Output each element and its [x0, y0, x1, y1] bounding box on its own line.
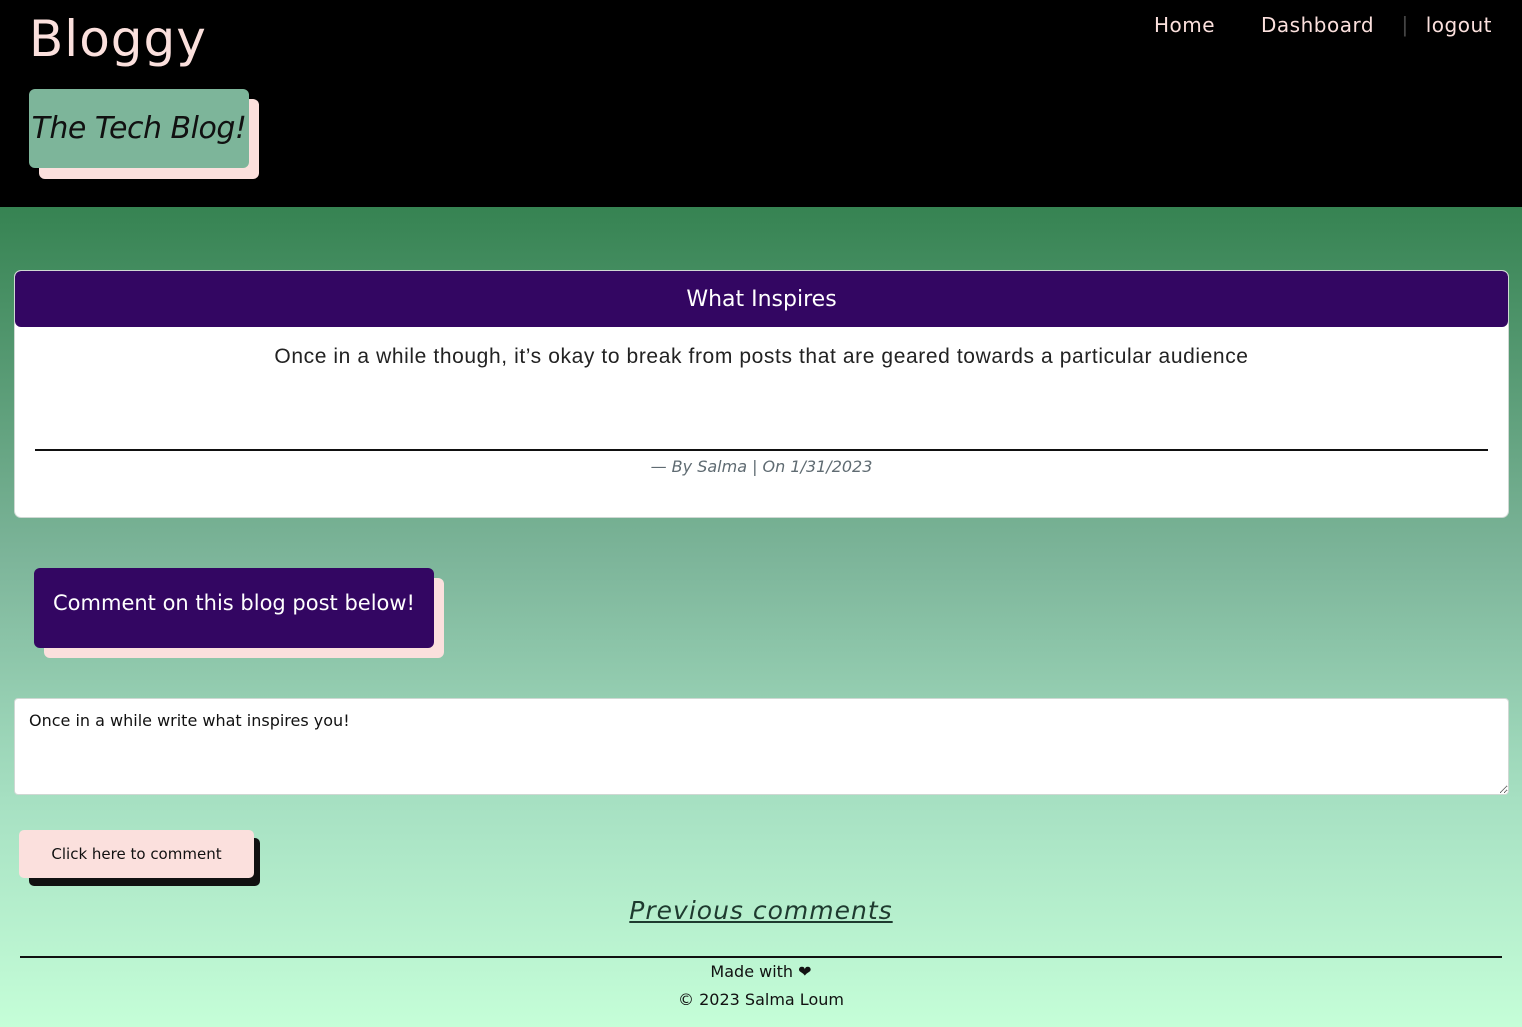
nav-home-link[interactable]: Home	[1154, 13, 1215, 37]
comment-input[interactable]: Once in a while write what inspires you!	[14, 698, 1509, 795]
tagline-text: The Tech Blog!	[29, 89, 249, 168]
main-nav: Home Dashboard | logout	[1154, 12, 1492, 38]
post-title: What Inspires	[15, 271, 1508, 327]
brand-logo[interactable]: Bloggy	[29, 10, 207, 68]
comment-submit-button[interactable]: Click here to comment	[19, 830, 254, 878]
nav-logout-link[interactable]: logout	[1426, 13, 1492, 37]
previous-comments-link[interactable]: Previous comments	[0, 896, 1522, 925]
nav-separator: |	[1402, 12, 1408, 37]
post-divider	[35, 449, 1488, 451]
comment-submit-wrap: Click here to comment	[19, 830, 260, 886]
nav-dashboard-link[interactable]: Dashboard	[1261, 13, 1374, 37]
post-meta: — By Salma | On 1/31/2023	[650, 457, 873, 476]
site-header: Bloggy Home Dashboard | logout The Tech …	[0, 0, 1522, 207]
footer-copyright: © 2023 Salma Loum	[678, 990, 844, 1009]
comment-heading-badge: Comment on this blog post below!	[34, 568, 444, 658]
tagline-badge: The Tech Blog!	[29, 89, 259, 179]
post-body: Once in a while though, it’s okay to bre…	[274, 345, 1249, 368]
post-card: What Inspires Once in a while though, it…	[14, 270, 1509, 518]
footer-made-with: Made with ❤	[710, 962, 812, 981]
comment-heading: Comment on this blog post below!	[34, 568, 434, 648]
footer-divider	[20, 956, 1502, 958]
